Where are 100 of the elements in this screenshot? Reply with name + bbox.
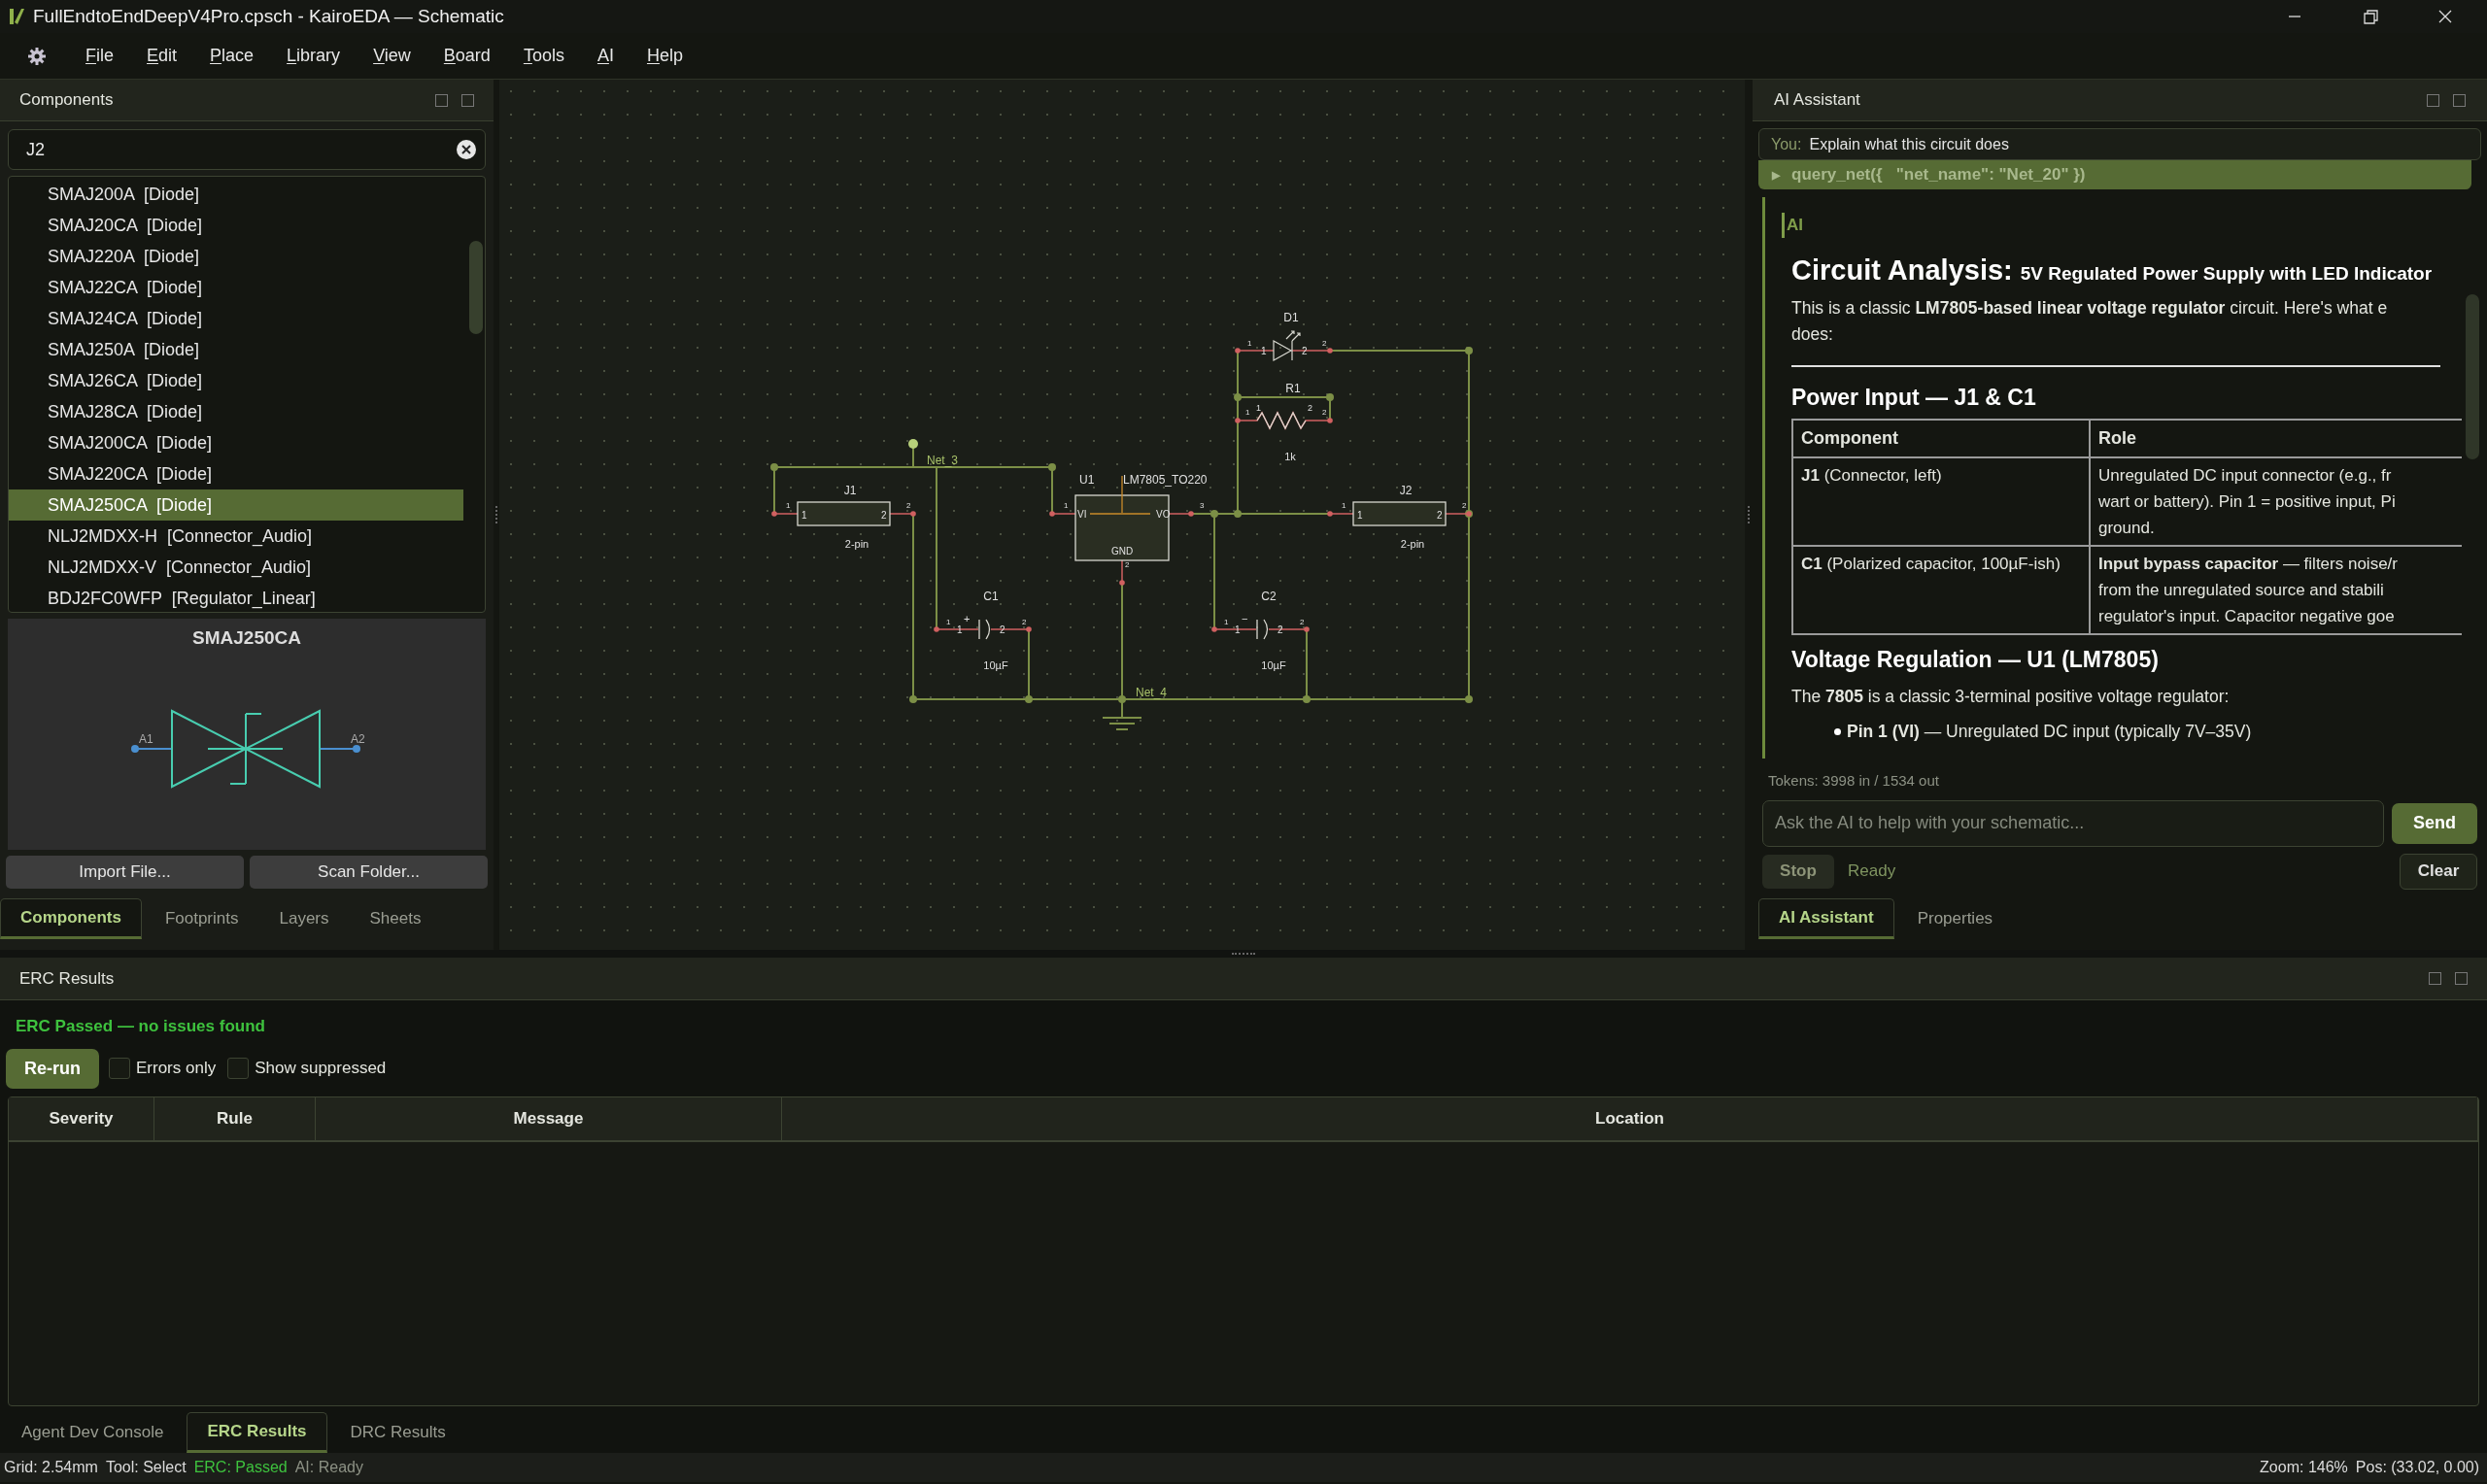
pin-number: 1	[1247, 339, 1252, 348]
list-item[interactable]: SMAJ220CA [Diode]	[9, 458, 463, 489]
list-item[interactable]: SMAJ28CA [Diode]	[9, 396, 463, 427]
tab[interactable]: Sheets	[352, 898, 439, 939]
bullet-icon	[1834, 727, 1841, 735]
pin-number: 2	[1125, 560, 1130, 569]
chat-input[interactable]: Ask the AI to help with your schematic...	[1762, 799, 2384, 847]
pin-name: 2	[1278, 624, 1283, 635]
component-label: C2	[1261, 590, 1277, 603]
tool-call-text: query_net({ "net_name": "Net_20" })	[1791, 164, 2086, 186]
stop-button[interactable]: Stop	[1762, 854, 1834, 889]
rerun-button[interactable]: Re-run	[6, 1048, 99, 1089]
pin-name: 1	[957, 624, 963, 635]
component-value: 2-pin	[844, 538, 869, 550]
response-heading: Circuit Analysis:	[1791, 253, 2013, 287]
window-title: FullEndtoEndDeepV4Pro.cpsch - KairoEDA — Schematic	[33, 4, 504, 28]
panel-title: Components	[19, 89, 114, 112]
pin-number: 3	[1200, 501, 1205, 510]
list-item[interactable]: BDJ2FC0WFP [Regulator_Linear]	[9, 583, 463, 612]
menu-item[interactable]: Tools	[509, 43, 578, 69]
status-text: ERC: Passed	[193, 1458, 288, 1477]
component-label: J1	[843, 484, 857, 497]
menu-item[interactable]: Board	[429, 43, 504, 69]
polarity-mark: +	[964, 613, 971, 624]
status-text: AI: Ready	[294, 1458, 363, 1477]
list-item[interactable]: NLJ2MDXX-V [Connector_Audio]	[9, 552, 463, 583]
menu-item[interactable]: AI	[583, 43, 628, 69]
preview-title: SMAJ250CA	[192, 626, 301, 650]
component-value: 2-pin	[1400, 538, 1425, 550]
tab[interactable]: Agent Dev Console	[4, 1412, 182, 1453]
net-label: Net_3	[927, 454, 959, 467]
pin-label: A2	[351, 731, 365, 746]
list-item[interactable]: SMAJ220A [Diode]	[9, 241, 463, 272]
tab[interactable]: AI Assistant	[1758, 897, 1894, 939]
tab[interactable]: Properties	[1899, 897, 2011, 939]
checkbox[interactable]	[109, 1058, 130, 1079]
pin-name: 1	[1235, 624, 1241, 635]
column-header[interactable]: Message	[316, 1096, 782, 1140]
connector-symbol[interactable]	[1327, 501, 1472, 526]
panel-button[interactable]: Import File...	[6, 856, 244, 889]
scrollbar-thumb[interactable]	[2466, 294, 2479, 459]
component-label: U1	[1079, 473, 1095, 487]
paragraph: The 7805 is a classic 3-terminal positive voltage regulator:	[1791, 686, 2231, 708]
list-item[interactable]: SMAJ250CA [Diode]	[9, 489, 463, 521]
pin-number: 2	[1300, 618, 1305, 626]
menu-item[interactable]: Library	[273, 43, 355, 69]
list-item[interactable]: SMAJ26CA [Diode]	[9, 365, 463, 396]
pin-name: GND	[1110, 546, 1134, 556]
connector-symbol[interactable]	[771, 501, 916, 526]
list-item[interactable]: SMAJ200CA [Diode]	[9, 427, 463, 458]
menu-item[interactable]: Place	[196, 43, 268, 69]
pin-number: 1	[786, 501, 791, 510]
clear-button[interactable]: Clear	[2400, 853, 2477, 890]
component-label: R1	[1285, 382, 1301, 395]
panel-title: AI Assistant	[1774, 89, 1860, 112]
tab[interactable]: ERC Results	[187, 1412, 327, 1453]
column-header[interactable]: Severity	[9, 1096, 154, 1140]
list-item[interactable]: SMAJ20CA [Diode]	[9, 210, 463, 241]
app-logo-icon	[8, 7, 25, 26]
column-header[interactable]: Rule	[154, 1096, 316, 1140]
menu-item[interactable]: Edit	[133, 43, 191, 69]
response-subheading: 5V Regulated Power Supply with LED Indicator	[2020, 261, 2433, 286]
pin-number: 2	[1322, 339, 1327, 348]
component-label: J2	[1399, 484, 1413, 497]
tab[interactable]: DRC Results	[332, 1412, 463, 1453]
panel-title: ERC Results	[19, 967, 115, 990]
tab[interactable]: Footprints	[147, 898, 256, 939]
float-icon[interactable]	[2427, 93, 2439, 107]
pin-number: 1	[946, 618, 951, 626]
checkbox[interactable]	[227, 1058, 250, 1079]
capacitor-symbol[interactable]	[1211, 619, 1310, 640]
resistor-symbol[interactable]	[1235, 411, 1333, 430]
search-field[interactable]: J2	[8, 129, 486, 170]
send-button[interactable]: Send	[2392, 802, 2477, 844]
section-heading: Voltage Regulation — U1 (LM7805)	[1791, 645, 2160, 674]
column-header[interactable]: Location	[782, 1096, 2478, 1140]
table-cell-text: Unregulated DC input connector (e.g., fr wart or battery). Pin 1 = positive input, Pi ground.	[2097, 464, 2397, 539]
pin-number: 2	[1462, 501, 1467, 510]
list-item[interactable]: NLJ2MDXX-H [Connector_Audio]	[9, 521, 463, 552]
status-text: Grid: 2.54mm	[4, 1458, 98, 1477]
pin-label: A1	[139, 731, 153, 746]
menu-item[interactable]: File	[72, 43, 127, 69]
menu-item[interactable]: Help	[632, 43, 697, 69]
list-item[interactable]: SMAJ24CA [Diode]	[9, 303, 463, 334]
float-icon[interactable]	[435, 93, 448, 107]
checkbox-label: Show suppressed	[255, 1058, 387, 1080]
message-text: Explain what this circuit does	[1809, 134, 2009, 154]
section-heading: Power Input — J1 & C1	[1791, 384, 2037, 412]
scrollbar-thumb[interactable]	[469, 241, 483, 334]
led-symbol[interactable]	[1235, 330, 1333, 361]
float-icon[interactable]	[2429, 972, 2441, 985]
list-item[interactable]: SMAJ22CA [Diode]	[9, 272, 463, 303]
menu-item[interactable]: View	[359, 43, 425, 69]
list-item[interactable]: SMAJ250A [Diode]	[9, 334, 463, 365]
settings-icon[interactable]	[27, 46, 47, 66]
list-item[interactable]: SMAJ200A [Diode]	[9, 179, 463, 210]
tab[interactable]: Layers	[261, 898, 347, 939]
panel-button[interactable]: Scan Folder...	[250, 856, 488, 889]
status-text: Pos: (33.02, 0.00)	[2355, 1458, 2479, 1477]
tab[interactable]: Components	[0, 898, 142, 939]
